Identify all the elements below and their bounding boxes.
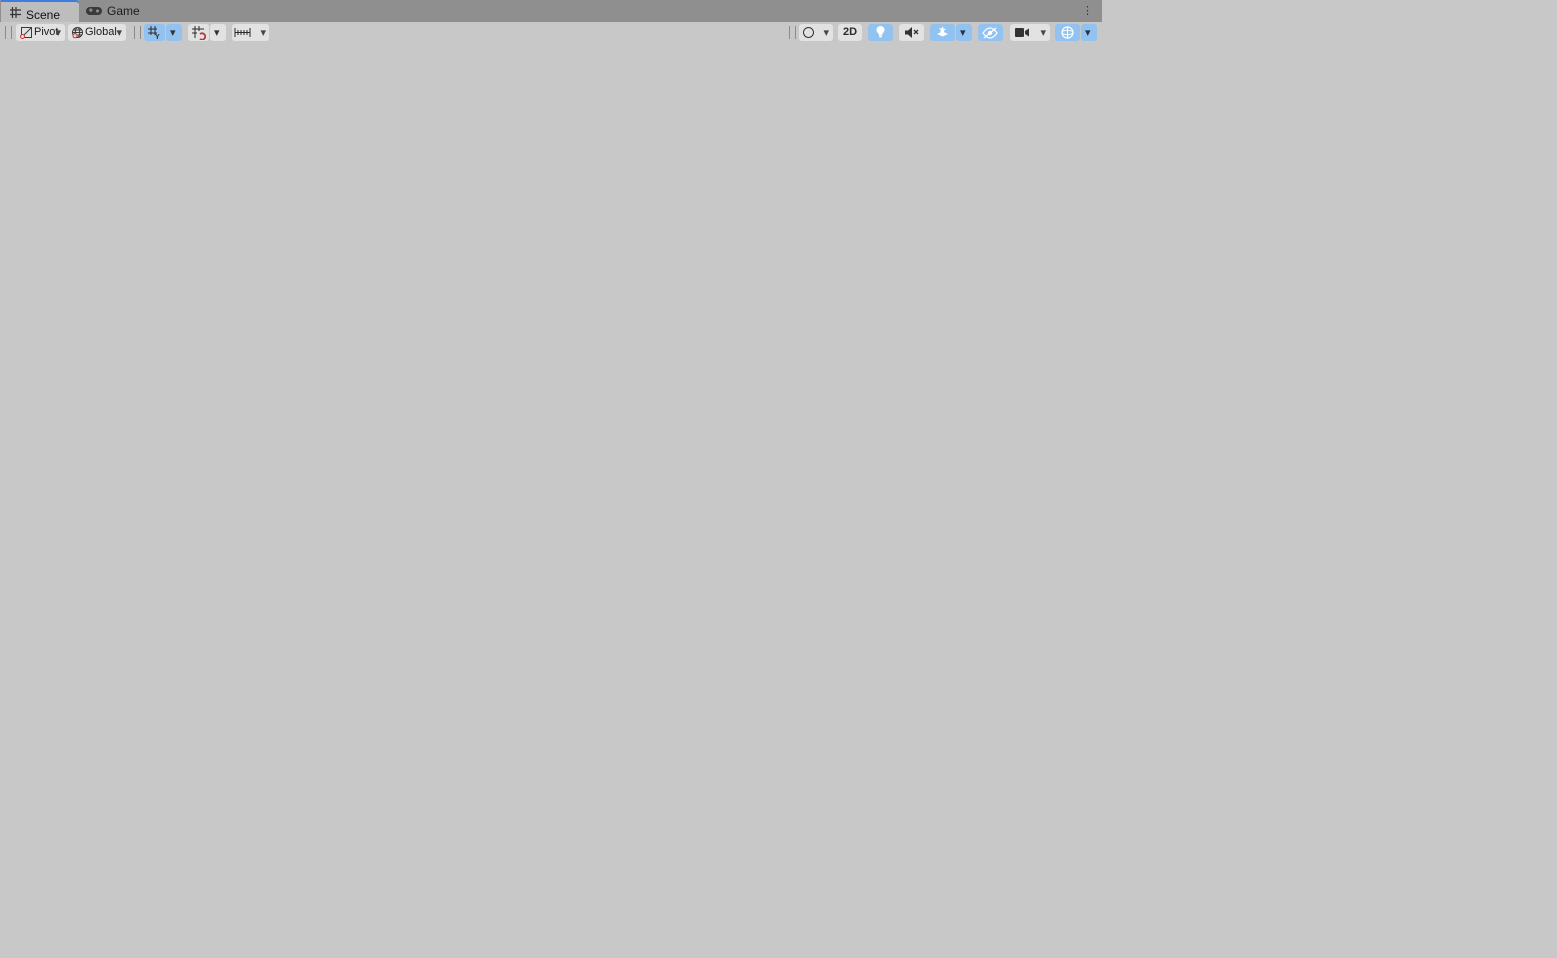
svg-text:Y: Y <box>155 34 160 40</box>
